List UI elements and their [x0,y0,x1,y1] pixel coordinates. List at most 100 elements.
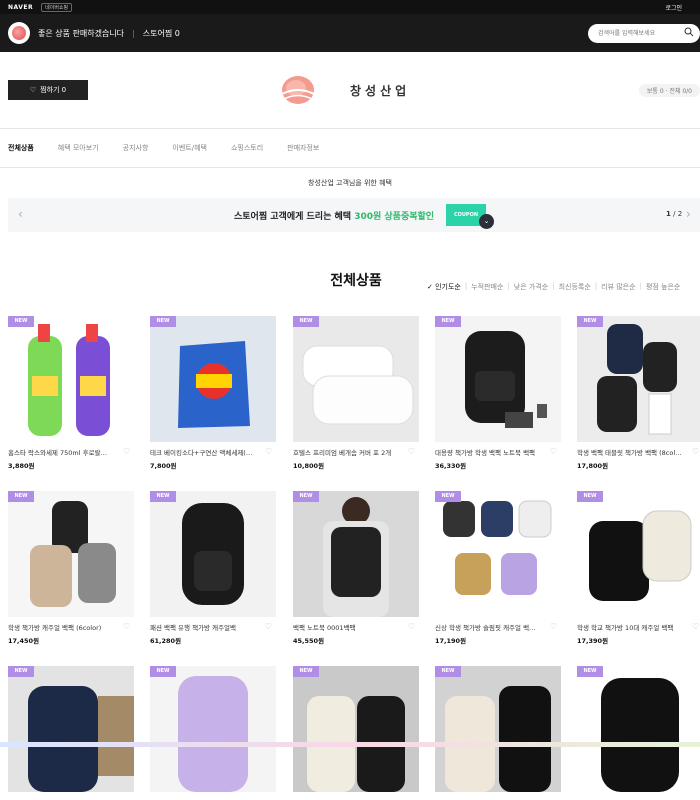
sort-rating[interactable]: 평점 높은순 [646,282,680,292]
product-price: 45,550원 [293,637,325,645]
store-avatar[interactable] [8,22,30,44]
product-card[interactable]: NEW 학생 책가방 캐주얼 백팩 (6color) 17,450원 ♡ [8,491,134,645]
store-level: 보통 0 · 전체 0/0 [638,84,700,97]
follow-button[interactable]: ♡ 찜하기 0 [8,80,88,100]
product-image[interactable]: NEW [293,316,419,442]
new-badge: NEW [293,316,319,327]
product-card[interactable]: NEW 패션 백팩 유행 책가방 캐주얼백 61,280원 ♡ [150,491,276,645]
new-badge: NEW [150,491,176,502]
pager-total: / 2 [673,210,683,218]
naver-logo[interactable]: NAVER [8,4,33,11]
login-link[interactable]: 로그인 [665,3,682,12]
product-card[interactable]: NEW [150,666,276,800]
tab-all-products[interactable]: 전체상품 [8,143,34,153]
product-card[interactable]: NEW 신상 학생 책가방 슬림핏 캐주얼 백… 17,190원 ♡ [435,491,561,645]
top-bar: NAVER 네이버쇼핑 로그인 ⋮⋮ [0,0,700,325]
product-image[interactable]: NEW [8,316,134,442]
heart-icon[interactable]: ♡ [265,622,272,631]
tab-benefits[interactable]: 혜택 모아보기 [58,143,99,153]
sort-reviews[interactable]: 리뷰 많은순 [601,282,635,292]
store-brand-name[interactable]: 창성산업 [350,82,410,99]
benefit-text: 스토어찜 고객에게 드리는 혜택 300원 상품중복할인 [234,209,434,222]
product-card[interactable]: NEW [8,666,134,800]
tab-events[interactable]: 이벤트/혜택 [172,143,207,153]
product-name[interactable]: 패션 백팩 유행 책가방 캐주얼백 [150,622,268,632]
store-bar: 좋은 상품 판매하겠습니다 | 스토어찜 0 [0,14,700,52]
pager-current: 1 [666,210,671,218]
product-image[interactable]: NEW [150,316,276,442]
product-price: 17,390원 [577,637,609,645]
product-name[interactable]: 신상 학생 책가방 슬림핏 캐주얼 백… [435,622,553,632]
product-image[interactable]: NEW [435,316,561,442]
new-badge: NEW [435,491,461,502]
product-image[interactable]: NEW [435,666,561,792]
product-image[interactable]: NEW [577,316,700,442]
store-follow-count[interactable]: 스토어찜 0 [143,28,180,39]
product-card[interactable]: NEW [435,666,561,800]
product-name[interactable]: 학생 학교 책가방 10대 캐주얼 백팩 [577,622,695,632]
heart-plus-icon: ♡ [29,86,37,94]
heart-icon[interactable]: ♡ [123,447,130,456]
product-card[interactable]: NEW [293,666,419,800]
product-name[interactable]: 호텔스 프리미엄 베개솜 커버 포 2개 [293,447,411,457]
product-image[interactable]: NEW [8,491,134,617]
sort-sales[interactable]: 누적판매순 [471,282,503,292]
product-image[interactable]: NEW [8,666,134,792]
heart-icon[interactable]: ♡ [408,622,415,631]
product-image[interactable]: NEW [150,491,276,617]
benefit-text-highlight: 300원 상품중복할인 [354,212,435,222]
product-name[interactable]: 홈스타 락스와세제 750ml 후로랄… [8,447,126,457]
divider: | [594,282,598,290]
product-card[interactable]: NEW 호텔스 프리미엄 베개솜 커버 포 2개 10,800원 ♡ [293,316,419,470]
tab-story[interactable]: 쇼핑스토리 [231,143,263,153]
chevron-left-icon[interactable]: ‹ [18,207,23,221]
naver-shopping-link[interactable]: 네이버쇼핑 [41,2,73,12]
store-logo[interactable] [280,74,316,106]
product-price: 17,190원 [435,637,467,645]
product-name[interactable]: 테크 베이킹소다+구연산 액체세제(… [150,447,268,457]
product-name[interactable]: 학생 책가방 캐주얼 백팩 (6color) [8,622,126,632]
product-price: 7,800원 [150,462,177,470]
follow-label: 찜하기 0 [40,86,67,94]
product-image[interactable]: NEW [577,491,700,617]
heart-icon[interactable]: ♡ [692,622,699,631]
tab-seller-info[interactable]: 판매자정보 [287,143,319,153]
chevron-right-icon[interactable]: › [686,207,691,221]
product-card[interactable]: NEW 대용량 책가방 학생 백팩 노트북 백팩 36,330원 ♡ [435,316,561,470]
product-card[interactable]: NEW 백팩 노트북 0001백팩 45,550원 ♡ [293,491,419,645]
product-card[interactable]: NEW 학생 백팩 태블릿 책가방 백팩 (8col… 17,800원 ♡ [577,316,700,470]
product-name[interactable]: 학생 백팩 태블릿 책가방 백팩 (8col… [577,447,695,457]
heart-icon[interactable]: ♡ [550,447,557,456]
product-image[interactable]: NEW [435,491,561,617]
product-card[interactable]: NEW [577,666,700,800]
sort-low-price[interactable]: 낮은 가격순 [514,282,548,292]
sort-popular[interactable]: ✓ 인기도순 [427,282,461,292]
new-badge: NEW [435,666,461,677]
new-badge: NEW [8,316,34,327]
product-image[interactable]: NEW [293,491,419,617]
product-name[interactable]: 대용량 책가방 학생 백팩 노트북 백팩 [435,447,553,457]
heart-icon[interactable]: ♡ [123,622,130,631]
product-card[interactable]: NEW 학생 학교 책가방 10대 캐주얼 백팩 17,390원 ♡ [577,491,700,645]
heart-icon[interactable]: ♡ [265,447,272,456]
divider: | [552,282,555,290]
heart-icon[interactable]: ♡ [408,447,415,456]
product-name[interactable]: 백팩 노트북 0001백팩 [293,622,411,632]
product-image[interactable]: NEW [577,666,700,792]
heart-icon[interactable]: ♡ [692,447,699,456]
product-card[interactable]: NEW 홈스타 락스와세제 750ml 후로랄… 3,880원 ♡ [8,316,134,470]
product-price: 36,330원 [435,462,467,470]
new-badge: NEW [293,491,319,502]
product-card[interactable]: NEW 테크 베이킹소다+구연산 액체세제(… 7,800원 ♡ [150,316,276,470]
search-icon[interactable] [684,27,694,37]
heart-icon[interactable]: ♡ [550,622,557,631]
product-price: 17,800원 [577,462,609,470]
store-nav: 전체상품 혜택 모아보기 공지사항 이벤트/혜택 쇼핑스토리 판매자정보 [0,128,700,168]
sort-options: ✓ 인기도순 | 누적판매순 | 낮은 가격순 | 최신등록순 | 리뷰 많은순 | 평점… [427,282,684,292]
sort-newest[interactable]: 최신등록순 [559,282,591,292]
tab-notice[interactable]: 공지사항 [123,143,149,153]
download-icon[interactable]: ⌄ [479,214,494,229]
product-image[interactable]: NEW [293,666,419,792]
divider: | [507,282,510,290]
product-image[interactable]: NEW [150,666,276,792]
